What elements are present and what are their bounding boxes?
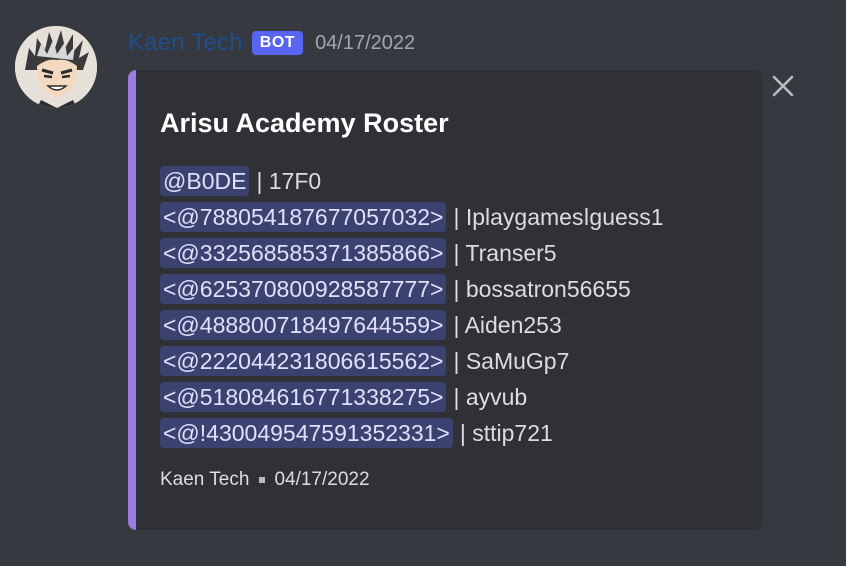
avatar-image [15,26,97,108]
user-mention[interactable]: <@!430049547591352331> [160,418,453,448]
roster-line: <@625370800928587777> | bossatron56655 [160,271,664,307]
footer-separator [259,477,266,483]
roster-line: <@788054187677057032> | Iplaygamesǀguess… [160,199,664,235]
roster-line: <@518084616771338275> | ayvub [160,379,664,415]
message-timestamp: 04/17/2022 [315,31,416,54]
close-icon [772,75,794,97]
user-mention[interactable]: <@788054187677057032> [160,202,447,232]
roster-line: <@488800718497644559> | Aiden253 [160,307,664,343]
roster-entry-text: | SaMuGp7 [453,347,570,374]
embed-title: Arisu Academy Roster [160,108,449,138]
roster-entry-text: | ayvub [453,383,528,410]
roster-entry-text: | sttip721 [459,419,553,446]
user-mention[interactable]: <@222044231806615562> [160,346,447,376]
close-button[interactable] [770,73,796,99]
roster-line: <@222044231806615562> | SaMuGp7 [160,343,664,379]
roster-line: <@332568585371385866> | Transer5 [160,235,664,271]
roster-entry-text: | Iplaygamesǀguess1 [453,203,664,230]
roster-list: @B0DE | 17F0 <@788054187677057032> | Ipl… [160,163,664,451]
user-mention[interactable]: @B0DE [160,166,250,196]
bot-badge: BOT [251,31,304,55]
user-mention[interactable]: <@518084616771338275> [160,382,447,412]
roster-entry-text: | Aiden253 [453,311,562,338]
user-mention[interactable]: <@488800718497644559> [160,310,447,340]
user-mention[interactable]: <@332568585371385866> [160,238,447,268]
author-name[interactable]: Kaen Tech [128,29,243,57]
roster-entry-text: | Transer5 [453,239,557,266]
avatar[interactable] [15,26,97,108]
roster-line: @B0DE | 17F0 [160,163,664,199]
roster-line: <@!430049547591352331> | sttip721 [160,415,664,451]
embed-accent-bar [128,70,136,530]
user-mention[interactable]: <@625370800928587777> [160,274,447,304]
footer-author: Kaen Tech [160,469,250,490]
chat-message: Kaen Tech BOT 04/17/2022 Arisu Academy R… [0,0,846,566]
roster-entry-text: | 17F0 [256,167,322,194]
embed-footer: Kaen Tech 04/17/2022 [160,469,370,491]
footer-timestamp: 04/17/2022 [274,469,370,490]
message-header: Kaen Tech BOT 04/17/2022 [128,28,415,58]
embed: Arisu Academy Roster @B0DE | 17F0 <@7880… [128,70,762,530]
roster-entry-text: | bossatron56655 [453,275,631,302]
